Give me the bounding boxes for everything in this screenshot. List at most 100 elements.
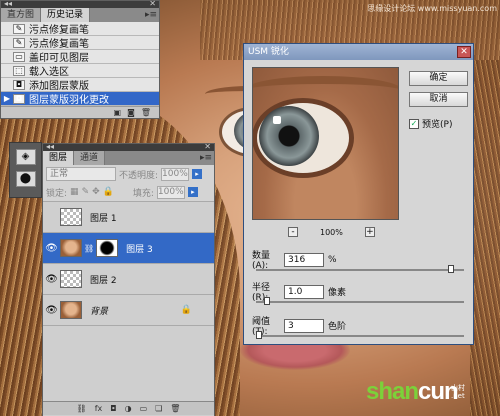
layer-thumbnail bbox=[60, 239, 82, 257]
chain-link-icon[interactable]: ⛓ bbox=[84, 244, 94, 253]
panel-grip[interactable]: ◂◂ ✕ bbox=[1, 0, 159, 8]
layer-row[interactable]: 👁 图层 2 bbox=[43, 263, 214, 294]
zoom-out-button[interactable]: - bbox=[288, 227, 298, 237]
tab-layers[interactable]: 图层 bbox=[43, 151, 75, 165]
layers-footer: ⛓ fx ◘ ◑ ▭ ❏ 🗑 bbox=[43, 401, 214, 415]
eye-icon[interactable]: 👁 bbox=[43, 243, 60, 254]
mask-icon: ◘ bbox=[13, 79, 25, 90]
layer-row-selected[interactable]: 👁 ⛓ 图层 3 bbox=[43, 232, 214, 263]
layer-thumbnail bbox=[60, 208, 82, 226]
mask-icon: ◘ bbox=[13, 93, 25, 104]
preview-eyebrow bbox=[253, 76, 398, 106]
threshold-slider-knob[interactable] bbox=[256, 331, 262, 339]
link-icon[interactable]: ⛓ bbox=[77, 404, 87, 413]
threshold-slider[interactable] bbox=[256, 331, 464, 339]
brush-icon: ✎ bbox=[13, 37, 25, 48]
watermark-logo: shancun bbox=[366, 378, 459, 406]
history-item[interactable]: ⬚ 载入选区 bbox=[1, 64, 159, 78]
opacity-label: 不透明度: bbox=[119, 170, 159, 181]
mask-icon[interactable]: ◘ bbox=[110, 404, 116, 413]
amount-slider-knob[interactable] bbox=[448, 265, 454, 273]
opacity-arrow-icon[interactable]: ▸ bbox=[192, 169, 203, 179]
radius-input[interactable]: 1.0 bbox=[284, 284, 324, 299]
layer-mask-thumbnail[interactable] bbox=[96, 239, 119, 257]
layer-name: 背景 bbox=[90, 306, 109, 317]
tab-history[interactable]: 历史记录 bbox=[41, 8, 91, 22]
layers-tabbar: 图层 通道 ▸≡ bbox=[43, 151, 214, 165]
zoom-value: 100% bbox=[320, 227, 343, 237]
radius-unit: 像素 bbox=[328, 288, 347, 298]
layer-name: 图层 3 bbox=[126, 244, 153, 255]
eye-icon[interactable]: 👁 bbox=[43, 274, 60, 285]
preview-label: 预览(P) bbox=[422, 120, 453, 130]
layer-row[interactable]: 图层 1 bbox=[43, 201, 214, 232]
close-icon[interactable]: ✕ bbox=[204, 142, 211, 151]
fx-icon[interactable]: fx bbox=[95, 404, 103, 413]
amount-slider[interactable] bbox=[256, 265, 464, 273]
zoom-in-button[interactable]: + bbox=[364, 227, 375, 237]
panel-grip[interactable]: ◂◂ ✕ bbox=[43, 142, 214, 151]
threshold-unit: 色阶 bbox=[328, 322, 347, 332]
layers-stack-icon[interactable]: ◈ bbox=[15, 149, 36, 165]
preview-checkbox-row[interactable]: ✓ 预览(P) bbox=[409, 117, 452, 130]
collapse-icon[interactable]: ◂◂ bbox=[4, 0, 12, 8]
history-list: ✎ 污点修复画笔 ✎ 污点修复画笔 ▭ 盖印可见图层 ⬚ 载入选区 ◘ 添加图层蒙版 ▶ ◘… bbox=[1, 22, 159, 106]
hair-right bbox=[470, 60, 500, 416]
collapse-icon[interactable]: ◂◂ bbox=[46, 142, 54, 151]
trash-icon[interactable]: 🗑 bbox=[170, 404, 180, 413]
lock-all-icon[interactable]: 🔒 bbox=[103, 187, 114, 197]
dialog-title-bar[interactable]: USM 锐化 ✕ bbox=[244, 44, 473, 60]
radius-slider[interactable] bbox=[256, 297, 464, 305]
cancel-button[interactable]: 取消 bbox=[409, 92, 468, 107]
trash-icon[interactable]: 🗑 bbox=[141, 108, 151, 117]
history-item[interactable]: ◘ 添加图层蒙版 bbox=[1, 78, 159, 92]
adjustment-icon[interactable]: ◑ bbox=[125, 404, 132, 413]
tab-channels[interactable]: 通道 bbox=[74, 151, 106, 165]
layer-row[interactable]: 👁 背景 🔒 bbox=[43, 294, 214, 325]
opacity-input[interactable]: 100% bbox=[161, 167, 190, 181]
history-panel: ◂◂ ✕ 直方图 历史记录 ▸≡ ✎ 污点修复画笔 ✎ 污点修复画笔 ▭ 盖印可见图层… bbox=[0, 0, 160, 119]
selection-icon: ⬚ bbox=[13, 65, 25, 76]
new-layer-icon[interactable]: ❏ bbox=[155, 404, 162, 413]
eye-icon[interactable]: 👁 bbox=[43, 305, 60, 316]
threshold-input[interactable]: 3 bbox=[284, 318, 324, 333]
lock-transparency-icon[interactable]: ▦ bbox=[70, 187, 79, 197]
close-button[interactable]: ✕ bbox=[457, 46, 471, 58]
group-icon[interactable]: ▭ bbox=[140, 404, 148, 413]
channels-icon[interactable]: ⬤ bbox=[15, 171, 36, 187]
layer-name: 图层 1 bbox=[90, 213, 117, 224]
layer-name: 图层 2 bbox=[90, 275, 117, 286]
fill-input[interactable]: 100% bbox=[156, 185, 185, 199]
preview-window[interactable] bbox=[252, 67, 399, 220]
lock-icon: 🔒 bbox=[180, 305, 192, 315]
history-item[interactable]: ✎ 污点修复画笔 bbox=[1, 22, 159, 36]
fill-arrow-icon[interactable]: ▸ bbox=[187, 187, 198, 197]
lock-paint-icon[interactable]: ✎ bbox=[82, 187, 90, 197]
dialog-title: USM 锐化 bbox=[248, 47, 289, 57]
history-item-selected[interactable]: ▶ ◘ 图层蒙版羽化更改 bbox=[1, 92, 159, 106]
layer-thumbnail bbox=[60, 270, 82, 288]
radius-slider-knob[interactable] bbox=[264, 297, 270, 305]
blend-mode-select[interactable]: 正常 bbox=[46, 167, 116, 181]
fill-label: 填充: bbox=[132, 188, 154, 199]
brush-icon: ✎ bbox=[13, 23, 25, 34]
history-item[interactable]: ▭ 盖印可见图层 bbox=[1, 50, 159, 64]
watermark-top: 思缘设计论坛 www.missyuan.com bbox=[367, 4, 497, 13]
threshold-field: 阈值(T): 3 色阶 bbox=[252, 314, 346, 337]
close-icon[interactable]: ✕ bbox=[149, 0, 156, 8]
lock-row: 锁定: ▦ ✎ ✥ 🔒 填充: 100% ▸ bbox=[43, 183, 214, 201]
camera-icon[interactable]: ◙ bbox=[127, 108, 135, 117]
ok-button[interactable]: 确定 bbox=[409, 71, 468, 86]
panel-menu-icon[interactable]: ▸≡ bbox=[143, 8, 159, 22]
watermark-part1: shan bbox=[366, 378, 419, 405]
snapshot-icon[interactable]: ▣ bbox=[114, 108, 122, 117]
history-tabbar: 直方图 历史记录 ▸≡ bbox=[1, 8, 159, 22]
preview-checkbox[interactable]: ✓ bbox=[409, 118, 419, 129]
history-footer: ▣ ◙ 🗑 bbox=[1, 106, 159, 118]
tab-histogram[interactable]: 直方图 bbox=[1, 8, 42, 22]
zoom-row: - 100% + bbox=[288, 227, 375, 237]
amount-input[interactable]: 316 bbox=[284, 252, 324, 267]
history-item[interactable]: ✎ 污点修复画笔 bbox=[1, 36, 159, 50]
panel-menu-icon[interactable]: ▸≡ bbox=[198, 151, 214, 165]
lock-move-icon[interactable]: ✥ bbox=[92, 187, 100, 197]
